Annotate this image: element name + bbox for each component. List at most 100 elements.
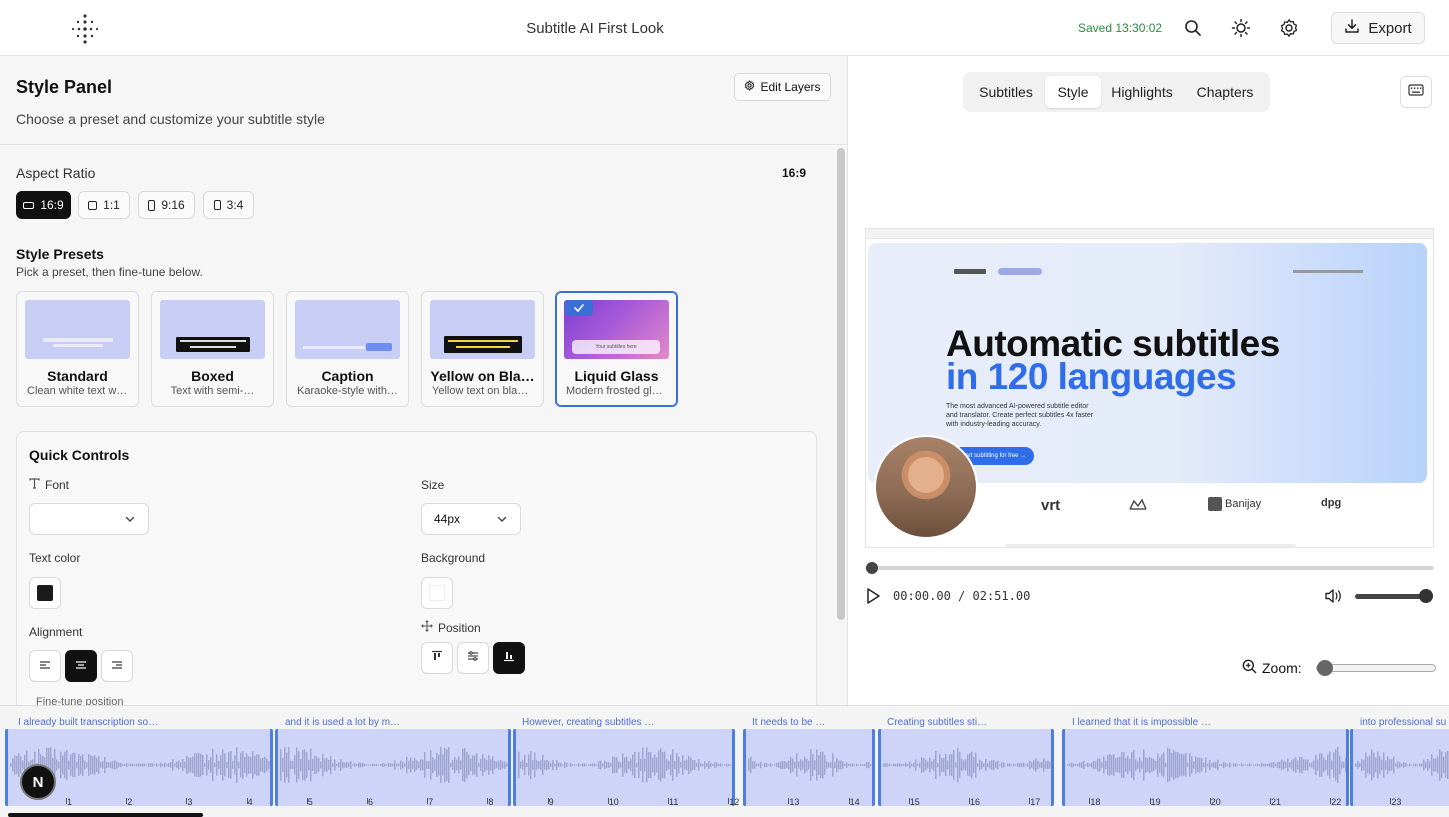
zoom-handle[interactable]: [1317, 660, 1333, 676]
waveform-bar: [312, 759, 314, 771]
waveform-bar: [672, 749, 674, 781]
scrollbar[interactable]: [837, 148, 845, 620]
timeline-segment[interactable]: [878, 729, 1054, 806]
waveform-bar: [420, 759, 422, 771]
segment-label[interactable]: Creating subtitles sti…: [887, 717, 987, 728]
preset-liquid-glass[interactable]: Your subtitles here Liquid Glass Modern …: [555, 291, 678, 407]
font-select[interactable]: [29, 503, 149, 535]
gear-small-icon: [744, 80, 755, 94]
waveform-bar: [290, 760, 292, 770]
text-color-swatch: [37, 585, 53, 601]
timeline-segment[interactable]: [743, 729, 875, 806]
timeline-segment[interactable]: [513, 729, 735, 806]
user-avatar[interactable]: N: [20, 764, 56, 800]
preset-desc: Clean white text wi…: [27, 385, 130, 397]
play-icon[interactable]: [865, 587, 881, 610]
zoom-slider[interactable]: [1316, 664, 1436, 672]
tab-highlights[interactable]: Highlights: [1104, 76, 1180, 108]
aspect-1-1-button[interactable]: 1:1: [78, 191, 130, 219]
timeline-segment[interactable]: [1350, 729, 1449, 806]
waveform-bar: [658, 750, 660, 780]
seek-track[interactable]: [865, 566, 1434, 570]
volume-icon[interactable]: [1324, 588, 1342, 609]
waveform-bar: [90, 755, 92, 775]
waveform-bar: [240, 752, 242, 778]
waveform-bar: [967, 754, 969, 776]
aspect-16-9-button[interactable]: 16:9: [16, 191, 71, 219]
waveform-bar: [1289, 762, 1291, 768]
waveform-bar: [480, 759, 482, 771]
timeline[interactable]: I already built transcription so… and it …: [0, 705, 1449, 817]
seek-handle[interactable]: [866, 562, 878, 574]
gear-icon[interactable]: [1277, 16, 1301, 40]
export-button[interactable]: Export: [1331, 12, 1425, 44]
waveform-bar: [596, 764, 598, 766]
position-bottom-button[interactable]: [493, 642, 525, 674]
volume-handle[interactable]: [1419, 589, 1433, 603]
waveform-bar: [268, 761, 270, 769]
waveform-bar: [166, 763, 168, 767]
align-left-button[interactable]: [29, 650, 61, 682]
waveform-bar: [116, 761, 118, 769]
segment-label[interactable]: and it is used a lot by m…: [285, 717, 400, 728]
aspect-9-16-button[interactable]: 9:16: [138, 191, 195, 219]
waveform: [280, 747, 508, 783]
background-color-picker[interactable]: [421, 577, 453, 609]
landscape-icon: [23, 201, 35, 209]
waveform-bar: [1369, 755, 1371, 775]
tab-style[interactable]: Style: [1045, 76, 1101, 108]
align-center-icon: [75, 657, 87, 675]
video-preview[interactable]: Automatic subtitles in 120 languages The…: [865, 228, 1434, 548]
preset-boxed[interactable]: Boxed Text with semi-…: [151, 291, 274, 407]
waveform-bar: [326, 757, 328, 773]
position-middle-button[interactable]: [457, 642, 489, 674]
preset-yellow-on-black[interactable]: Yellow on Bla… Yellow text on blac…: [421, 291, 544, 407]
segment-label[interactable]: into professional su: [1360, 717, 1446, 728]
preset-standard[interactable]: Standard Clean white text wi…: [16, 291, 139, 407]
download-icon: [1344, 18, 1360, 38]
size-select[interactable]: 44px: [421, 503, 521, 535]
search-icon[interactable]: [1181, 16, 1205, 40]
align-left-icon: [39, 657, 51, 675]
waveform-bar: [76, 761, 78, 769]
waveform-bar: [564, 761, 566, 769]
segment-label[interactable]: It needs to be …: [752, 717, 825, 728]
sun-icon[interactable]: [1229, 16, 1253, 40]
text-color-picker[interactable]: [29, 577, 61, 609]
document-title[interactable]: Subtitle AI First Look: [0, 20, 1190, 37]
waveform-bar: [460, 760, 462, 770]
waveform-bar: [1135, 759, 1137, 771]
edit-layers-button[interactable]: Edit Layers: [734, 73, 831, 101]
preset-caption[interactable]: Caption Karaoke-style with…: [286, 291, 409, 407]
align-right-button[interactable]: [101, 650, 133, 682]
horizontal-scrollbar[interactable]: [8, 813, 203, 817]
waveform-bar: [698, 759, 700, 771]
waveform-bar: [304, 749, 306, 781]
waveform-bar: [1037, 760, 1039, 770]
segment-label[interactable]: I learned that it is impossible …: [1072, 717, 1211, 728]
waveform-bar: [666, 759, 668, 771]
aspect-3-4-button[interactable]: 3:4: [203, 191, 254, 219]
timeline-segment[interactable]: [1062, 729, 1349, 806]
waveform-bar: [366, 764, 368, 766]
align-center-button[interactable]: [65, 650, 97, 682]
waveform-bar: [300, 759, 302, 771]
waveform-bar: [856, 763, 858, 767]
waveform-bar: [14, 755, 16, 775]
waveform-bar: [1005, 764, 1007, 766]
waveform-bar: [1387, 756, 1389, 774]
waveform-bar: [496, 761, 498, 769]
waveform-bar: [788, 760, 790, 770]
timeline-segment[interactable]: [275, 729, 511, 806]
segment-label[interactable]: I already built transcription so…: [18, 717, 158, 728]
tab-chapters[interactable]: Chapters: [1185, 76, 1265, 108]
keyboard-shortcuts-button[interactable]: [1400, 76, 1432, 108]
waveform-bar: [92, 756, 94, 774]
waveform-bar: [348, 762, 350, 768]
waveform-bar: [804, 756, 806, 774]
segment-label[interactable]: However, creating subtitles …: [522, 717, 654, 728]
waveform-bar: [142, 763, 144, 767]
tab-subtitles[interactable]: Subtitles: [969, 76, 1043, 108]
waveform-bar: [1309, 763, 1311, 767]
position-top-button[interactable]: [421, 642, 453, 674]
